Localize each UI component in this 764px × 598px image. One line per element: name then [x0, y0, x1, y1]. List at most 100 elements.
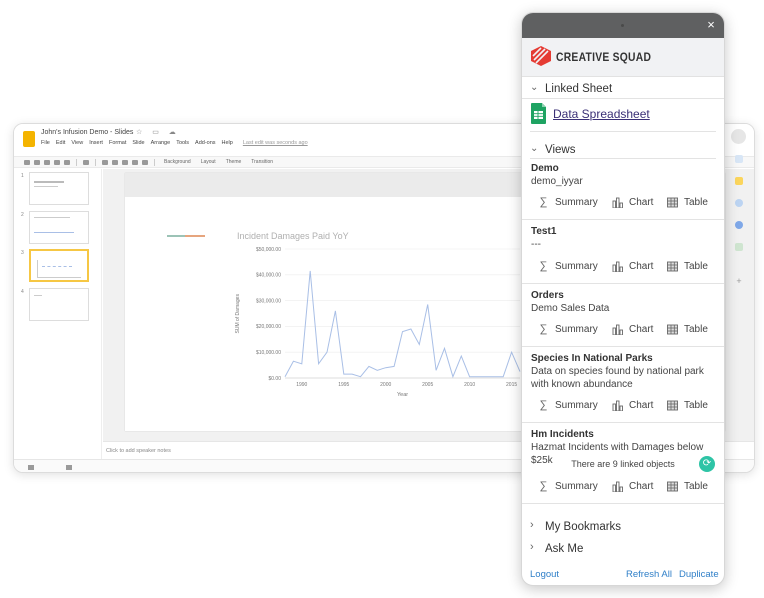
section-divider: [530, 131, 716, 132]
table-icon: [667, 197, 678, 208]
summary-label: Summary: [555, 480, 598, 492]
tasks-icon[interactable]: [735, 199, 743, 207]
summary-button[interactable]: ∑ Summary: [538, 398, 598, 412]
view-description: Data on species found by national park w…: [531, 366, 704, 390]
brand-header: CREATIVE SQUAD: [522, 38, 724, 77]
line-icon[interactable]: [142, 159, 148, 165]
sigma-icon: ∑: [539, 322, 548, 335]
chart-button[interactable]: Chart: [612, 322, 653, 336]
slide-thumbnail[interactable]: [29, 288, 89, 321]
table-button[interactable]: Table: [667, 195, 708, 209]
print-icon[interactable]: [54, 159, 60, 165]
table-button[interactable]: Table: [667, 322, 708, 336]
table-icon: [667, 400, 678, 411]
table-icon: [667, 481, 678, 492]
menu-edit[interactable]: Edit: [56, 140, 65, 146]
series-line: [284, 270, 521, 379]
linked-sheet-section[interactable]: ⌄ Linked Sheet: [522, 80, 724, 100]
theme-button[interactable]: Theme: [226, 159, 242, 165]
chevron-right-icon: ›: [530, 541, 534, 553]
redo-icon[interactable]: [44, 159, 50, 165]
transition-button[interactable]: Transition: [251, 159, 273, 165]
chart-button[interactable]: Chart: [612, 259, 653, 273]
table-button[interactable]: Table: [667, 259, 708, 273]
summary-button[interactable]: ∑ Summary: [538, 259, 598, 273]
duplicate-link[interactable]: Duplicate: [679, 569, 719, 580]
menu-addons[interactable]: Add-ons: [195, 140, 216, 146]
sigma-icon: ∑: [539, 479, 548, 492]
logout-link[interactable]: Logout: [530, 569, 559, 580]
shape-icon[interactable]: [132, 159, 138, 165]
grid-view-icon[interactable]: [28, 465, 34, 470]
document-title[interactable]: John's Infusion Demo - Slides: [41, 129, 133, 136]
close-icon[interactable]: ×: [703, 16, 719, 34]
ask-me-section[interactable]: › Ask Me: [522, 540, 724, 560]
creative-squad-panel: × CREATIVE SQUAD ⌄ Linked Sheet Data Spr…: [521, 12, 725, 586]
view-name: Test1: [531, 226, 557, 237]
slide-thumbnail[interactable]: [29, 211, 89, 244]
maps-icon[interactable]: [735, 243, 743, 251]
layout-button[interactable]: Layout: [201, 159, 216, 165]
my-bookmarks-section[interactable]: › My Bookmarks: [522, 518, 724, 538]
google-sheets-icon[interactable]: [530, 102, 547, 125]
summary-button[interactable]: ∑ Summary: [538, 195, 598, 209]
contacts-icon[interactable]: [735, 221, 743, 229]
star-folder-icons[interactable]: ☆ ▭ ☁: [136, 128, 180, 136]
paint-format-icon[interactable]: [64, 159, 70, 165]
y-tick-label: $50,000.00: [256, 247, 281, 253]
chart-label: Chart: [629, 196, 654, 208]
select-icon[interactable]: [102, 159, 108, 165]
table-icon: [667, 261, 678, 272]
menu-help[interactable]: Help: [222, 140, 233, 146]
refresh-icon[interactable]: ⟳: [699, 456, 715, 472]
data-spreadsheet-link[interactable]: Data Spreadsheet: [553, 107, 650, 121]
menu-arrange[interactable]: Arrange: [151, 140, 171, 146]
account-avatar[interactable]: [731, 129, 746, 144]
thumb-number: 4: [21, 289, 24, 295]
view-name: Hm Incidents: [531, 429, 594, 440]
table-label: Table: [684, 480, 708, 492]
chart-button[interactable]: Chart: [612, 195, 653, 209]
table-label: Table: [684, 260, 708, 272]
menu-slide[interactable]: Slide: [132, 140, 144, 146]
slide-thumbnail[interactable]: [29, 172, 89, 205]
add-addon-icon[interactable]: +: [735, 277, 743, 286]
chart-button[interactable]: Chart: [612, 398, 653, 412]
image-icon[interactable]: [122, 159, 128, 165]
menu-view[interactable]: View: [71, 140, 83, 146]
chart-label: Chart: [629, 480, 654, 492]
keep-icon[interactable]: [735, 177, 743, 185]
textbox-icon[interactable]: [112, 159, 118, 165]
zoom-icon[interactable]: [83, 159, 89, 165]
background-button[interactable]: Background: [164, 159, 191, 165]
chart-button[interactable]: Chart: [612, 479, 653, 493]
thumb-number: 1: [21, 173, 24, 179]
last-edit-link[interactable]: Last edit was seconds ago: [243, 140, 308, 146]
filmstrip-view-icon[interactable]: [66, 465, 72, 470]
views-heading: Views: [545, 144, 576, 156]
chevron-down-icon: ⌄: [530, 82, 539, 93]
undo-icon[interactable]: [34, 159, 40, 165]
refresh-all-link[interactable]: Refresh All: [626, 569, 672, 580]
summary-button[interactable]: ∑ Summary: [538, 479, 598, 493]
sheets-sidebar-icon[interactable]: [735, 155, 743, 163]
summary-button[interactable]: ∑ Summary: [538, 322, 598, 336]
view-actions: ∑ Summary Chart Table: [522, 398, 724, 412]
y-tick-label: $20,000.00: [256, 324, 281, 330]
linked-objects-count: There are 9 linked objects: [571, 459, 675, 469]
table-button[interactable]: Table: [667, 398, 708, 412]
table-label: Table: [684, 399, 708, 411]
chart-label: Chart: [629, 323, 654, 335]
x-tick-label: 1990: [296, 382, 307, 388]
menu-file[interactable]: File: [41, 140, 50, 146]
table-label: Table: [684, 323, 708, 335]
my-bookmarks-heading: My Bookmarks: [545, 521, 622, 533]
sigma-icon: ∑: [539, 259, 548, 272]
menu-insert[interactable]: Insert: [89, 140, 103, 146]
new-slide-icon[interactable]: [24, 159, 30, 165]
menu-format[interactable]: Format: [109, 140, 126, 146]
slide-thumbnail-active[interactable]: [29, 249, 89, 282]
slides-logo-icon[interactable]: [23, 131, 35, 147]
menu-tools[interactable]: Tools: [176, 140, 189, 146]
table-button[interactable]: Table: [667, 479, 708, 493]
